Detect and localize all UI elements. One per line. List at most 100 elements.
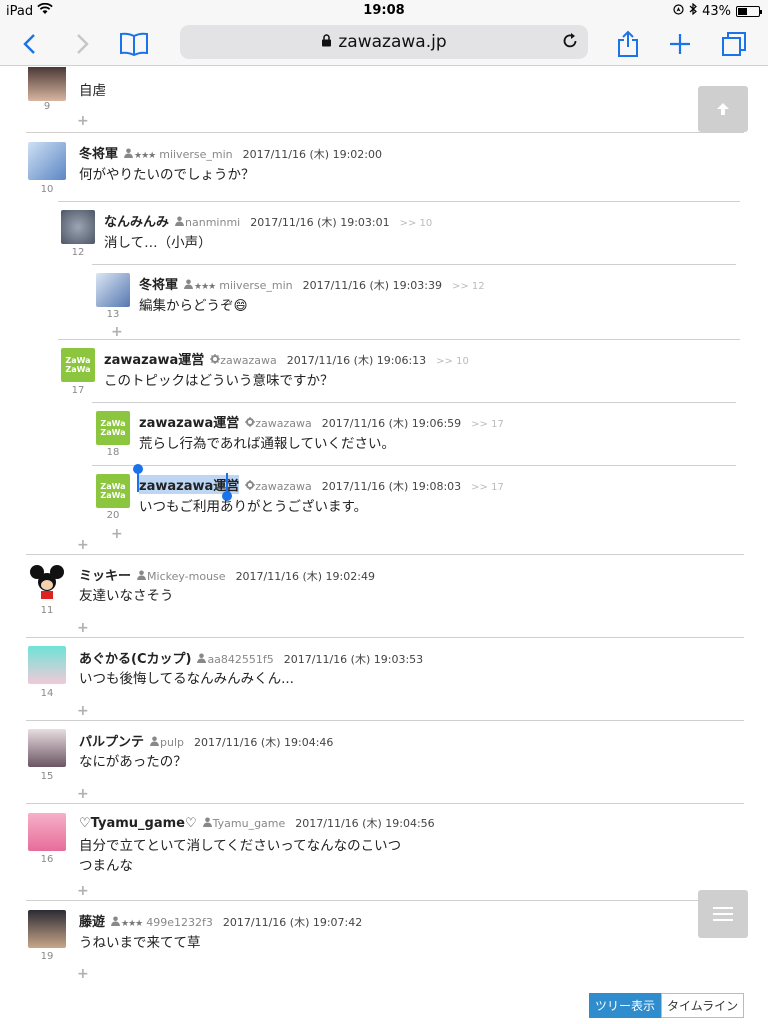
scroll-top-button[interactable]	[698, 86, 748, 132]
avatar[interactable]	[28, 142, 66, 180]
username[interactable]: ♡Tyamu_game♡	[79, 816, 197, 831]
comment-meta: なんみんみ nanminmi 2017/11/16 (木) 19:03:01 >…	[104, 211, 432, 230]
timestamp: 2017/11/16 (木) 19:07:42	[222, 916, 363, 929]
username[interactable]: ミッキー	[79, 565, 131, 584]
reply-to-link[interactable]: >> 10	[436, 356, 469, 367]
comment-number: 16	[40, 854, 54, 865]
avatar[interactable]	[28, 813, 66, 851]
reply-plus-icon[interactable]: +	[77, 703, 89, 719]
user-id: Tyamu_game	[212, 817, 286, 830]
user-icon	[184, 279, 194, 289]
share-button[interactable]	[612, 28, 644, 60]
reply-to-link[interactable]: >> 17	[471, 419, 504, 430]
zawazawa-logo-avatar[interactable]: ZaWa ZaWa	[61, 348, 95, 382]
avatar[interactable]	[96, 273, 130, 307]
user-id: nanminmi	[185, 216, 241, 229]
comment-body: 自虐	[79, 83, 106, 99]
bluetooth-icon	[689, 2, 698, 19]
comment-meta: ♡Tyamu_game♡ Tyamu_game 2017/11/16 (木) 1…	[79, 815, 445, 831]
reply-plus-icon[interactable]: +	[77, 537, 89, 553]
reply-plus-icon[interactable]: +	[77, 113, 89, 129]
comment-number: 18	[106, 447, 120, 458]
new-tab-button[interactable]	[664, 28, 696, 60]
logo-text: ZaWa	[100, 428, 126, 437]
reply-to-link[interactable]: >> 10	[400, 218, 433, 229]
bookmarks-button[interactable]	[118, 28, 150, 60]
avatar[interactable]	[28, 910, 66, 948]
user-icon	[124, 148, 134, 158]
timestamp: 2017/11/16 (木) 19:06:59	[321, 417, 462, 430]
timeline-view-tab[interactable]: タイムライン	[661, 993, 745, 1018]
comment-body-line: 自分で立てといて消してくださいってなんなのこいつ	[79, 838, 402, 854]
selection-end-handle[interactable]	[222, 473, 232, 501]
username[interactable]: zawazawa運営	[104, 349, 204, 368]
selection-start-handle[interactable]	[133, 464, 143, 492]
divider	[58, 201, 740, 202]
user-icon	[137, 570, 147, 580]
comment-body: 何がやりたいのでしょうか？	[79, 167, 255, 183]
reply-plus-icon[interactable]: +	[111, 324, 123, 340]
reply-plus-icon[interactable]: +	[77, 883, 89, 899]
username[interactable]: 冬将軍	[139, 274, 178, 293]
zawazawa-logo-avatar[interactable]: ZaWa ZaWa	[96, 411, 130, 445]
lock-icon	[321, 33, 332, 51]
address-bar[interactable]: zawazawa.jp	[180, 25, 588, 59]
back-button[interactable]	[14, 28, 46, 60]
comment-number: 10	[40, 184, 54, 195]
comment-meta: パルプンテ pulp 2017/11/16 (木) 19:04:46	[79, 731, 343, 750]
user-id: zawazawa	[255, 417, 312, 430]
reply-plus-icon[interactable]: +	[77, 966, 89, 982]
username[interactable]: zawazawa運営	[139, 412, 239, 431]
avatar[interactable]	[28, 563, 66, 601]
avatar[interactable]	[28, 67, 66, 101]
user-id: aa842551f5	[207, 653, 274, 666]
status-bar: iPad 19:08 43%	[0, 0, 768, 22]
logo-text: ZaWa	[100, 419, 126, 428]
divider	[26, 554, 744, 555]
user-id: Mickey-mouse	[147, 570, 226, 583]
reply-plus-icon[interactable]: +	[77, 620, 89, 636]
user-id: pulp	[160, 736, 185, 749]
reply-to-link[interactable]: >> 17	[471, 482, 504, 493]
gear-icon	[245, 480, 256, 490]
plus-icon	[670, 34, 690, 54]
reply-plus-icon[interactable]: +	[77, 786, 89, 802]
username[interactable]: 冬将軍	[79, 143, 118, 162]
comment-body: うねいまで来てて草	[79, 935, 201, 951]
divider	[26, 803, 744, 804]
zawazawa-logo-avatar[interactable]: ZaWa ZaWa	[96, 474, 130, 508]
menu-button[interactable]	[698, 890, 748, 938]
username[interactable]: パルプンテ	[79, 731, 144, 750]
gear-icon	[245, 417, 256, 427]
reply-to-link[interactable]: >> 12	[452, 281, 485, 292]
timestamp: 2017/11/16 (木) 19:06:13	[286, 354, 427, 367]
battery-icon	[736, 5, 762, 17]
tree-view-tab[interactable]: ツリー表示	[589, 993, 662, 1018]
reply-plus-icon[interactable]: +	[111, 526, 123, 542]
url-text: zawazawa.jp	[338, 32, 447, 52]
timestamp: 2017/11/16 (木) 19:03:39	[302, 279, 442, 292]
reload-icon[interactable]	[560, 31, 580, 56]
username[interactable]: なんみんみ	[104, 211, 169, 230]
user-id: zawazawa	[255, 480, 312, 493]
avatar[interactable]	[28, 729, 66, 767]
divider	[92, 402, 736, 403]
clock: 19:08	[363, 3, 405, 18]
avatar[interactable]	[28, 646, 66, 684]
user-icon	[111, 916, 121, 926]
username[interactable]: 藤遊	[79, 911, 105, 930]
comment-number: 14	[40, 688, 54, 699]
comment-meta: ミッキー Mickey-mouse 2017/11/16 (木) 19:02:4…	[79, 565, 385, 584]
user-id: miiverse_min	[219, 279, 293, 292]
forward-button[interactable]	[66, 28, 98, 60]
chevron-right-icon	[77, 34, 89, 54]
comment-meta: 冬将軍 ★★★ miiverse_min 2017/11/16 (木) 19:0…	[139, 274, 485, 293]
comment-thread: 9 自虐 + 10 冬将軍 ★★★ miiverse_min 2017/11/1…	[0, 67, 768, 1024]
username[interactable]: あぐかる(Cカップ)	[79, 648, 191, 667]
comment-number: 13	[106, 309, 120, 320]
avatar[interactable]	[61, 210, 95, 244]
logo-text: ZaWa	[65, 356, 91, 365]
tabs-button[interactable]	[718, 28, 750, 60]
battery-percent: 43%	[702, 3, 731, 19]
hamburger-icon	[713, 907, 733, 921]
